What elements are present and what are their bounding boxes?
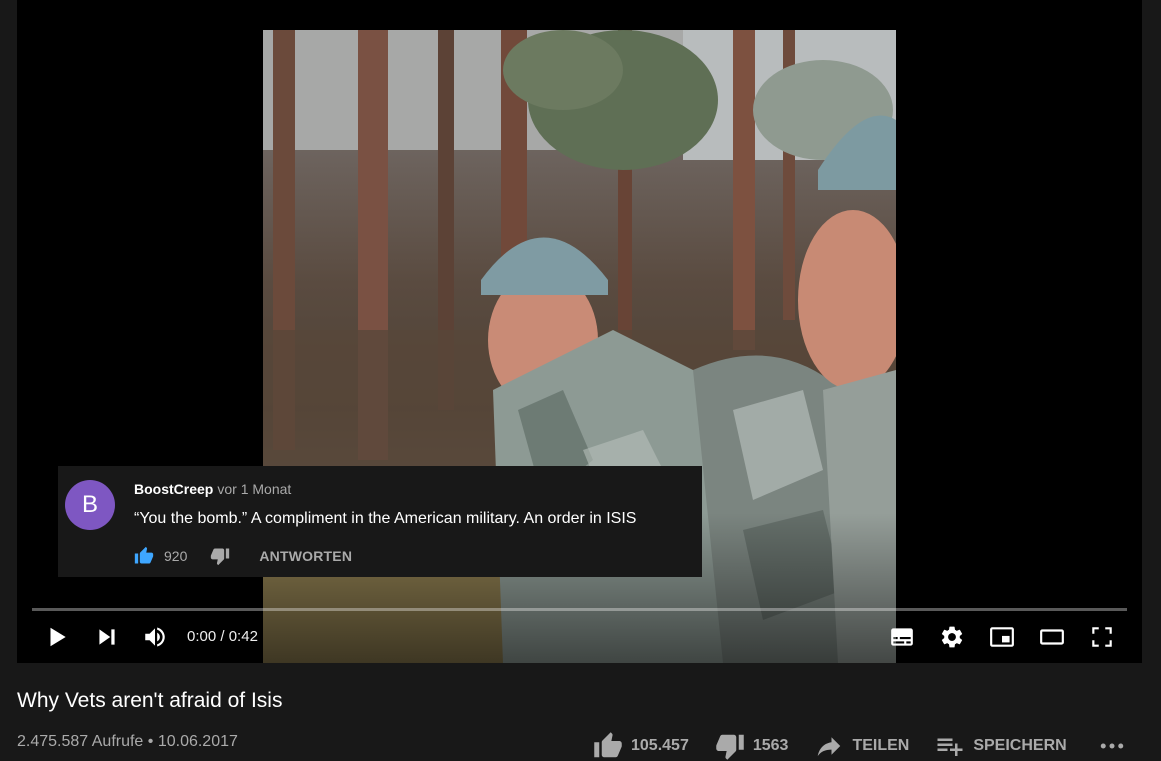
save-button[interactable]: SPEICHERN — [935, 731, 1067, 761]
video-meta: 2.475.587 Aufrufe • 10.06.2017 — [17, 733, 238, 750]
next-icon — [99, 629, 115, 645]
fullscreen-icon — [1092, 627, 1112, 647]
volume-icon — [145, 627, 165, 647]
comment-thumbs-up-icon[interactable] — [134, 546, 154, 566]
playlist-add-icon — [937, 738, 963, 756]
progress-bar[interactable] — [32, 608, 1127, 611]
time-current: 0:00 — [187, 628, 217, 645]
thumbs-down-icon — [716, 734, 744, 760]
comment-header: BoostCreep vor 1 Monat — [134, 481, 291, 497]
dislike-button[interactable]: 1563 — [715, 731, 789, 761]
reply-button[interactable]: ANTWORTEN — [259, 548, 352, 564]
theater-mode-button[interactable] — [1037, 622, 1067, 652]
next-button[interactable] — [92, 622, 122, 652]
play-icon — [50, 627, 66, 647]
more-icon — [1100, 743, 1123, 749]
share-label: TEILEN — [852, 737, 910, 754]
video-player[interactable]: B BoostCreep vor 1 Monat “You the bomb.” … — [17, 0, 1142, 663]
save-label: SPEICHERN — [973, 737, 1067, 754]
more-actions-button[interactable] — [1097, 731, 1127, 761]
dislike-count: 1563 — [752, 737, 789, 754]
miniplayer-icon — [990, 627, 1014, 647]
avatar[interactable]: B — [65, 480, 115, 530]
thumbs-up-icon — [594, 732, 622, 758]
comment-overlay: B BoostCreep vor 1 Monat “You the bomb.” … — [58, 466, 702, 577]
miniplayer-button[interactable] — [987, 622, 1017, 652]
share-icon — [818, 737, 841, 756]
fullscreen-button[interactable] — [1087, 622, 1117, 652]
subtitles-button[interactable] — [887, 622, 917, 652]
time-separator: / — [220, 628, 225, 645]
comment-text: “You the bomb.” A compliment in the Amer… — [134, 510, 637, 527]
share-button[interactable]: TEILEN — [814, 731, 909, 761]
play-button[interactable] — [42, 622, 72, 652]
time-duration: 0:42 — [228, 628, 258, 645]
volume-button[interactable] — [140, 622, 170, 652]
settings-button[interactable] — [937, 622, 967, 652]
youtube-watch-page: B BoostCreep vor 1 Monat “You the bomb.” … — [0, 0, 1161, 761]
comment-like-count: 920 — [164, 548, 188, 564]
time-display: 0:00 / 0:42 — [187, 628, 258, 645]
comment-actions: 920 ANTWORTEN — [134, 546, 352, 566]
subtitles-icon — [891, 628, 913, 646]
comment-thumbs-down-icon[interactable] — [210, 546, 230, 566]
theater-mode-icon — [1040, 629, 1064, 645]
like-count: 105.457 — [631, 737, 689, 754]
video-title: Why Vets aren't afraid of Isis — [17, 689, 283, 712]
comment-author[interactable]: BoostCreep — [134, 481, 213, 497]
gear-icon — [941, 626, 963, 648]
like-button[interactable]: 105.457 — [593, 731, 689, 761]
video-actions: 105.457 1563 TEILEN SPEICHERN — [593, 731, 1127, 761]
comment-timestamp[interactable]: vor 1 Monat — [217, 481, 291, 497]
